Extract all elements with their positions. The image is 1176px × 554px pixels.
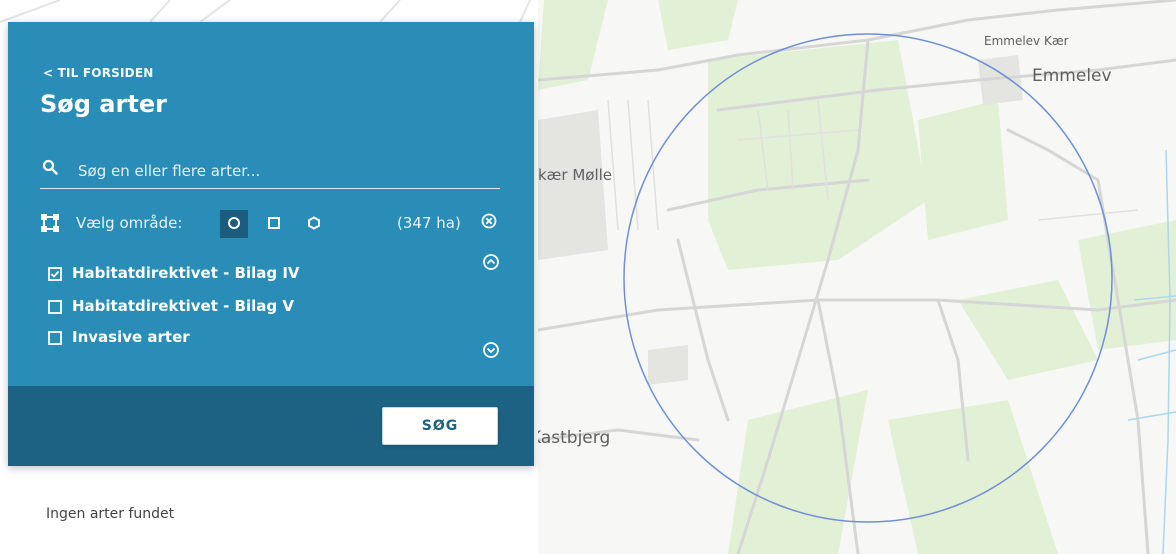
road <box>1006 128 1100 182</box>
waterway <box>1137 349 1176 361</box>
map-label-emmelev-kaer: Emmelev Kær <box>984 34 1069 48</box>
map-label-emmelev: Emmelev <box>1032 66 1112 86</box>
species-search-panel: < TIL FORSIDEN Søg arter Vælg område: (3… <box>8 22 534 466</box>
expand-filters-button[interactable] <box>482 341 500 363</box>
area-selection-row: Vælg område: (347 ha) <box>40 210 500 240</box>
checkbox-icon[interactable] <box>48 299 62 314</box>
green-area <box>708 40 928 270</box>
filter-habitat-bilag-iv[interactable]: Habitatdirektivet - Bilag IV <box>48 262 300 284</box>
hexagon-shape-button[interactable] <box>300 210 328 238</box>
species-search-input[interactable] <box>76 158 500 184</box>
checkbox-icon[interactable] <box>48 330 62 345</box>
path <box>607 99 619 231</box>
hexagon-icon <box>307 215 321 234</box>
search-icon <box>42 159 58 179</box>
built-area <box>538 110 608 260</box>
green-area <box>918 100 1008 240</box>
built-area <box>648 345 688 385</box>
path <box>647 99 659 231</box>
map-label-kastbjerg: Kastbjerg <box>538 428 611 448</box>
road <box>876 58 1176 92</box>
map-label-kaer-molle: kær Mølle <box>538 166 613 184</box>
draw-area-icon <box>40 213 60 237</box>
area-label: Vælg område: <box>76 214 183 232</box>
green-area <box>658 0 738 50</box>
road <box>676 238 730 422</box>
panel-title: Søg arter <box>40 90 167 118</box>
path <box>1037 209 1139 221</box>
square-shape-button[interactable] <box>260 210 288 238</box>
close-circle-icon <box>480 213 498 234</box>
no-results-text: Ingen arter fundet <box>46 506 175 522</box>
filter-label: Invasive arter <box>72 328 190 346</box>
checkbox-checked-icon[interactable] <box>48 266 62 281</box>
clear-area-button[interactable] <box>480 212 498 234</box>
green-area <box>958 280 1098 380</box>
square-icon <box>267 215 281 234</box>
chevron-down-circle-icon <box>482 342 500 363</box>
filter-habitat-bilag-v[interactable]: Habitatdirektivet - Bilag V <box>48 295 294 317</box>
filter-label: Habitatdirektivet - Bilag V <box>72 297 294 315</box>
circle-icon <box>227 215 241 234</box>
filter-invasive-arter[interactable]: Invasive arter <box>48 326 190 348</box>
collapse-filters-button[interactable] <box>482 253 500 275</box>
green-area <box>888 400 1058 554</box>
green-area <box>1078 220 1176 350</box>
chevron-up-circle-icon <box>482 254 500 275</box>
filter-label: Habitatdirektivet - Bilag IV <box>72 264 300 282</box>
map-view[interactable]: Emmelev Kær Emmelev kær Mølle Kastbjerg <box>538 0 1176 554</box>
back-to-frontpage-link[interactable]: < TIL FORSIDEN <box>43 66 153 80</box>
search-button[interactable]: SØG <box>382 407 498 445</box>
species-search-row <box>40 154 500 189</box>
area-size: (347 ha) <box>397 214 461 232</box>
circle-shape-button[interactable] <box>220 210 248 238</box>
